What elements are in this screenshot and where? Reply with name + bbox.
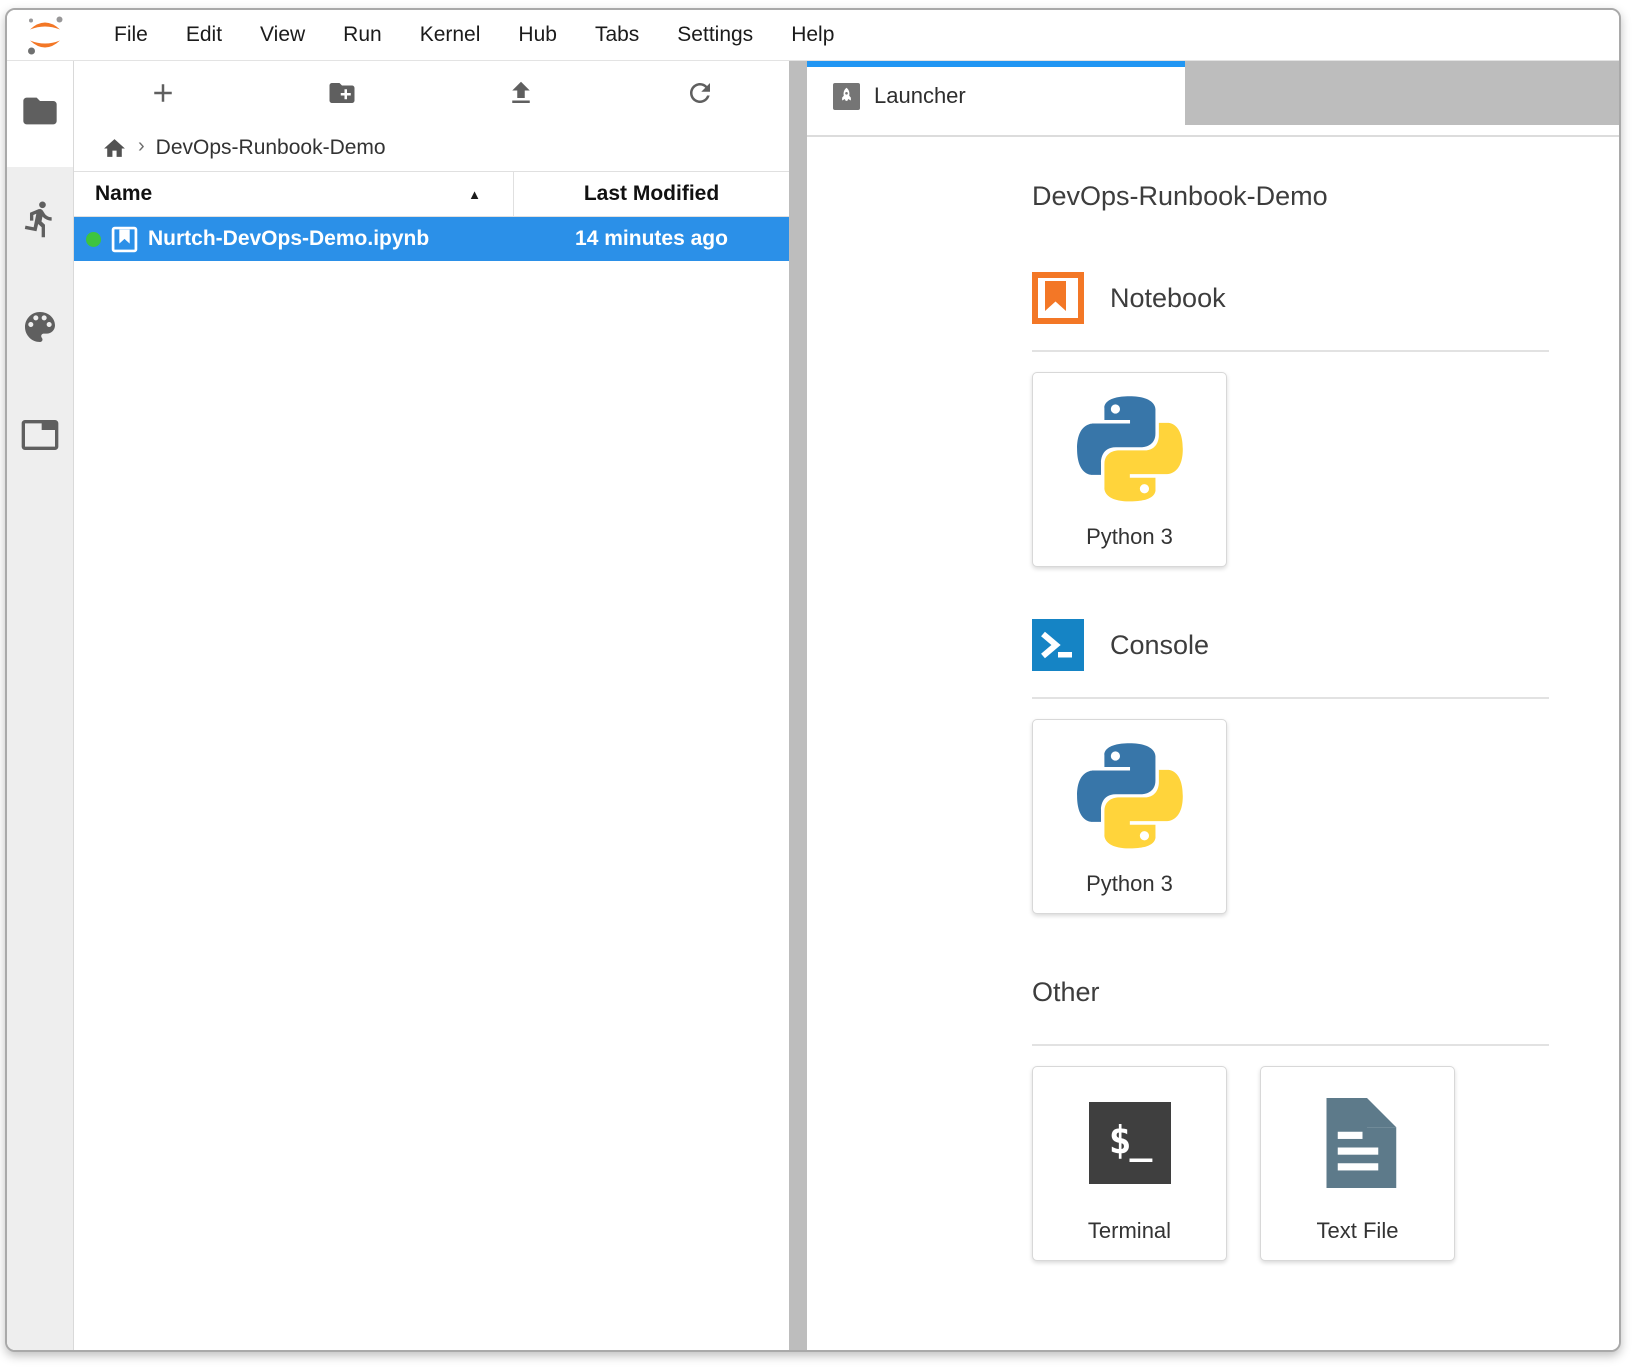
launcher-section-notebook: Notebook Python 3 (1032, 272, 1549, 567)
tab-bar-content-border (807, 125, 1619, 137)
card-label: Python 3 (1086, 871, 1173, 897)
card-label: Terminal (1088, 1218, 1171, 1244)
launcher-card-text-file[interactable]: Text File (1260, 1066, 1455, 1261)
launcher-section-other: Other $_ Terminal (1032, 966, 1549, 1261)
sort-ascending-icon: ▲ (468, 187, 513, 202)
jupyter-logo-icon (23, 13, 67, 57)
upload-icon[interactable] (432, 61, 611, 125)
card-label: Python 3 (1086, 524, 1173, 550)
section-label-notebook: Notebook (1110, 283, 1226, 314)
python-icon (1033, 373, 1226, 524)
dock-tab-bar: Launcher (807, 61, 1619, 125)
notebook-icon (1032, 272, 1084, 324)
menu-file[interactable]: File (95, 23, 167, 47)
tabs-icon[interactable] (20, 415, 60, 455)
breadcrumb: › DevOps-Runbook-Demo (74, 125, 789, 171)
jupyterlab-window: File Edit View Run Kernel Hub Tabs Setti… (5, 8, 1621, 1352)
section-divider (1032, 350, 1549, 352)
menu-bar: File Edit View Run Kernel Hub Tabs Setti… (7, 10, 1619, 61)
column-header-name[interactable]: Name ▲ (74, 172, 514, 216)
refresh-icon[interactable] (610, 61, 789, 125)
menu-hub[interactable]: Hub (499, 23, 576, 47)
notebook-file-icon (111, 226, 138, 253)
file-list-header: Name ▲ Last Modified (74, 171, 789, 217)
column-name-label: Name (95, 182, 152, 206)
column-modified-label: Last Modified (584, 182, 719, 206)
menu-view[interactable]: View (241, 23, 324, 47)
main-dock-panel: Launcher DevOps-Runbook-Demo (807, 61, 1619, 1350)
file-browser-toolbar (74, 61, 789, 125)
tab-launcher-label: Launcher (874, 83, 966, 109)
launcher-cwd-title: DevOps-Runbook-Demo (1032, 181, 1549, 212)
text-file-icon (1261, 1067, 1454, 1218)
file-name: Nurtch-DevOps-Demo.ipynb (148, 227, 429, 251)
section-label-console: Console (1110, 630, 1209, 661)
new-launcher-plus-icon[interactable] (74, 61, 253, 125)
console-icon (1032, 619, 1084, 671)
panel-splitter-handle[interactable] (789, 61, 807, 1350)
file-row-selected[interactable]: Nurtch-DevOps-Demo.ipynb 14 minutes ago (74, 217, 789, 261)
new-folder-icon[interactable] (253, 61, 432, 125)
terminal-icon: $_ (1089, 1102, 1171, 1184)
launcher-section-console: Console Python 3 (1032, 619, 1549, 914)
breadcrumb-separator: › (136, 135, 147, 161)
menu-run[interactable]: Run (324, 23, 401, 47)
left-activity-sidebar (7, 61, 74, 1350)
file-last-modified: 14 minutes ago (514, 227, 789, 251)
launcher-card-terminal[interactable]: $_ Terminal (1032, 1066, 1227, 1261)
folder-icon[interactable] (20, 91, 60, 131)
python-icon (1033, 720, 1226, 871)
kernel-running-dot-icon (86, 232, 101, 247)
launcher-icon (833, 83, 860, 110)
home-icon[interactable] (102, 136, 127, 161)
menu-kernel[interactable]: Kernel (401, 23, 500, 47)
palette-icon[interactable] (20, 307, 60, 347)
menu-help[interactable]: Help (772, 23, 853, 47)
tab-launcher[interactable]: Launcher (807, 61, 1185, 125)
running-man-icon[interactable] (20, 199, 60, 239)
launcher-card-notebook-python3[interactable]: Python 3 (1032, 372, 1227, 567)
menu-edit[interactable]: Edit (167, 23, 241, 47)
section-divider (1032, 697, 1549, 699)
card-label: Text File (1317, 1218, 1399, 1244)
menu-tabs[interactable]: Tabs (576, 23, 658, 47)
breadcrumb-current-folder[interactable]: DevOps-Runbook-Demo (156, 136, 386, 160)
launcher-body: DevOps-Runbook-Demo Notebook (807, 137, 1619, 1350)
launcher-card-console-python3[interactable]: Python 3 (1032, 719, 1227, 914)
file-browser-panel: › DevOps-Runbook-Demo Name ▲ Last Modifi… (74, 61, 789, 1350)
section-label-other: Other (1032, 977, 1100, 1008)
file-row-name-cell: Nurtch-DevOps-Demo.ipynb (74, 226, 514, 253)
section-divider (1032, 1044, 1549, 1046)
menu-settings[interactable]: Settings (658, 23, 772, 47)
column-header-last-modified[interactable]: Last Modified (514, 172, 789, 216)
